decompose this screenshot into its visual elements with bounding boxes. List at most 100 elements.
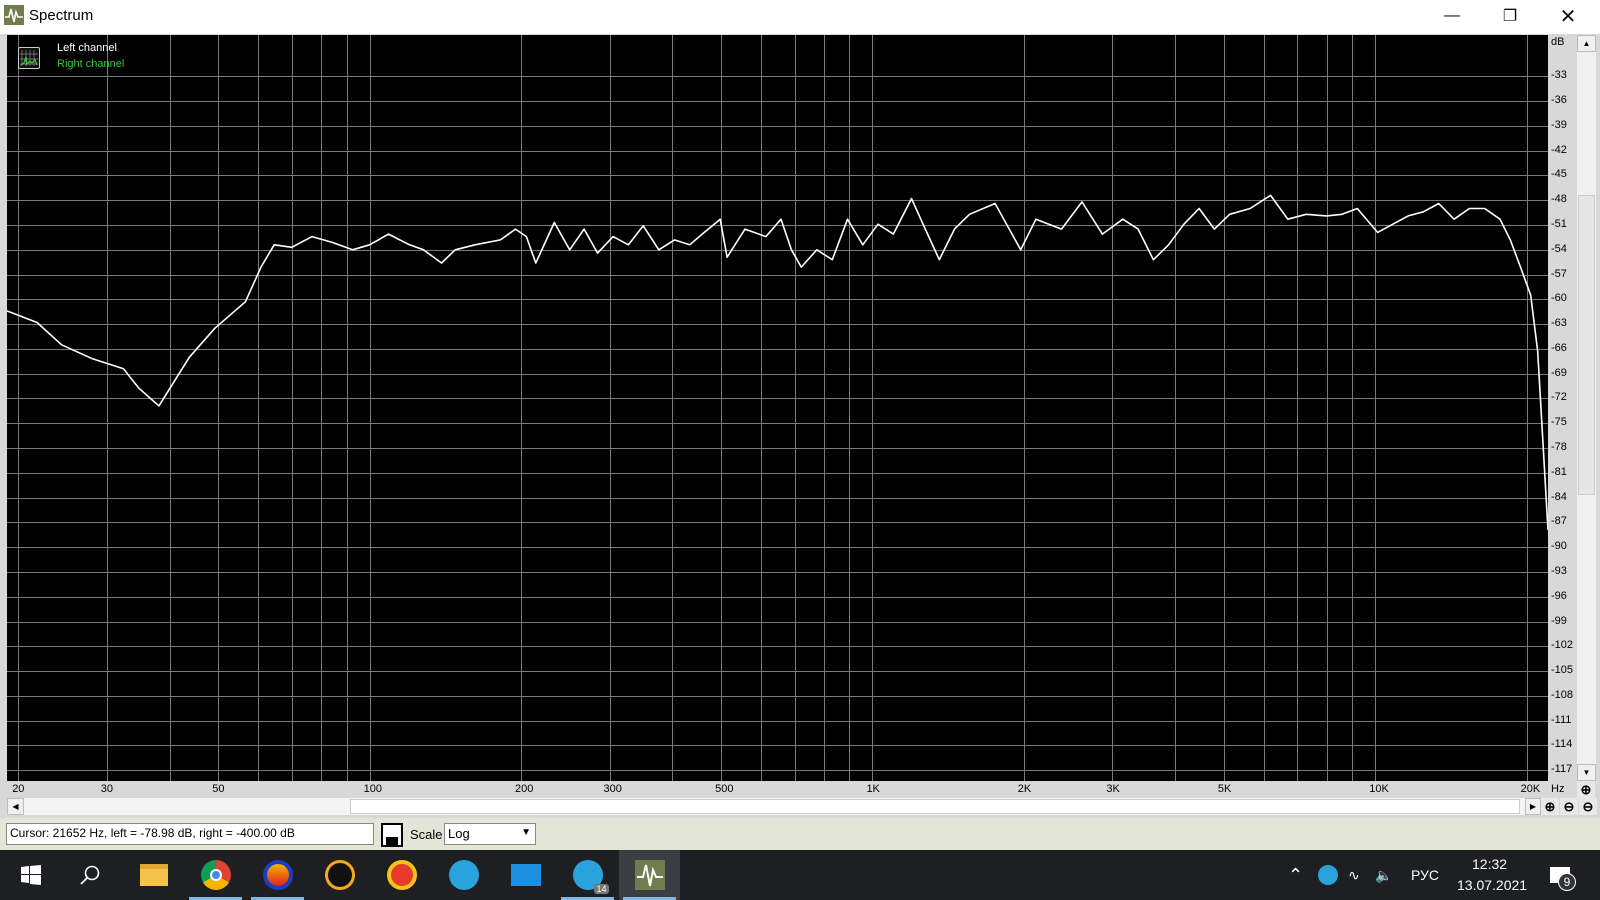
- x-tick-label: 20K: [1520, 783, 1541, 795]
- y-tick-label: -96: [1551, 589, 1567, 602]
- start-button[interactable]: [0, 850, 61, 900]
- clock-date[interactable]: 13.07.2021: [1457, 877, 1527, 893]
- telegram-tray-icon: [1318, 865, 1338, 885]
- scroll-left-button[interactable]: ◀: [7, 798, 24, 815]
- y-tick-label: -42: [1551, 143, 1567, 156]
- vertical-scroll-thumb[interactable]: [1578, 195, 1595, 495]
- taskbar-file-explorer[interactable]: [123, 850, 184, 900]
- zoom-reset-button[interactable]: ⊖: [1579, 798, 1597, 815]
- y-tick-label: -57: [1551, 267, 1567, 280]
- y-tick-label: -93: [1551, 564, 1567, 577]
- spectrum-icon: [634, 860, 665, 890]
- y-tick-label: -66: [1551, 341, 1567, 354]
- taskbar-spectrum-active[interactable]: [619, 850, 680, 900]
- scale-label: Scale: [410, 827, 443, 842]
- zoom-in-horizontal-button[interactable]: ⊕: [1541, 798, 1559, 815]
- taskbar-aimp[interactable]: [309, 850, 370, 900]
- y-tick-label: -99: [1551, 614, 1567, 627]
- vertical-scrollbar[interactable]: ▲ ▼: [1577, 35, 1596, 781]
- telegram-badge: 14: [594, 884, 609, 894]
- zoom-out-icon: ⊖: [1563, 798, 1575, 814]
- taskbar-audacity[interactable]: [247, 850, 308, 900]
- x-tick-label: 5K: [1217, 783, 1232, 795]
- notification-count: 9: [1558, 873, 1576, 891]
- zoom-out-horizontal-button[interactable]: ⊖: [1560, 798, 1578, 815]
- restore-button[interactable]: ❐: [1481, 0, 1539, 32]
- tray-telegram[interactable]: [1318, 850, 1338, 900]
- title-bar: Spectrum — ❐ ✕: [0, 0, 1600, 34]
- save-button[interactable]: [381, 823, 403, 847]
- show-hidden-icons-button[interactable]: ⌃: [1288, 850, 1303, 900]
- chrome-icon: [200, 860, 231, 890]
- chevron-down-icon: ▼: [521, 827, 531, 838]
- audacity-icon: [262, 860, 293, 890]
- arrow-down-icon: ▼: [1582, 768, 1591, 777]
- taskbar-telegram[interactable]: [433, 850, 494, 900]
- file-explorer-icon: [139, 864, 168, 886]
- search-icon: [79, 865, 99, 885]
- x-tick-label: 100: [363, 783, 382, 795]
- spectrum-plot[interactable]: [6, 35, 1549, 781]
- taskbar-telegram-2[interactable]: 14: [557, 850, 618, 900]
- minimize-button[interactable]: —: [1423, 0, 1481, 32]
- x-tick-label: 10K: [1369, 783, 1389, 795]
- legend-left-channel: Left channel: [57, 42, 117, 54]
- search-button[interactable]: [59, 850, 120, 900]
- aimp-icon: [324, 860, 355, 890]
- minimize-icon: —: [1444, 7, 1460, 24]
- y-tick-label: -33: [1551, 69, 1567, 82]
- music-player-icon: [386, 860, 417, 890]
- zoom-in-vertical-button[interactable]: ⊕: [1577, 781, 1595, 798]
- y-unit-label: dB: [1551, 36, 1565, 48]
- x-tick-label: 30: [100, 783, 113, 795]
- x-tick-label: 500: [715, 783, 734, 795]
- language-indicator[interactable]: РУС: [1411, 850, 1439, 900]
- x-tick-label: 1K: [866, 783, 880, 795]
- horizontal-scroll-thumb[interactable]: [350, 799, 1520, 814]
- scroll-up-button[interactable]: ▲: [1577, 35, 1596, 52]
- zoom-out-icon: ⊖: [1582, 798, 1594, 814]
- taskbar-mail[interactable]: [495, 850, 556, 900]
- y-tick-label: -69: [1551, 366, 1567, 379]
- spectrum-view-icon[interactable]: [18, 47, 40, 69]
- y-tick-label: -84: [1551, 490, 1567, 503]
- restore-icon: ❐: [1502, 8, 1518, 25]
- y-tick-label: -81: [1551, 465, 1567, 478]
- clock-time[interactable]: 12:32: [1472, 856, 1507, 872]
- windows-start-icon: [20, 865, 41, 885]
- scale-dropdown[interactable]: Log ▼: [444, 823, 536, 845]
- chevron-up-icon: ⌃: [1288, 864, 1304, 885]
- x-tick-label: 20: [12, 783, 25, 795]
- network-button[interactable]: ∿: [1348, 850, 1360, 900]
- close-button[interactable]: ✕: [1539, 0, 1597, 32]
- volume-button[interactable]: 🔈: [1375, 850, 1392, 900]
- floppy-disk-icon: [386, 837, 398, 845]
- y-tick-label: -90: [1551, 540, 1567, 553]
- zoom-in-icon: ⊕: [1544, 798, 1556, 814]
- x-tick-label: 2K: [1017, 783, 1032, 795]
- arrow-right-icon: ▶: [1529, 802, 1537, 811]
- y-tick-label: -72: [1551, 391, 1567, 404]
- x-tick-label: 200: [514, 783, 534, 795]
- speaker-icon: 🔈: [1375, 866, 1393, 883]
- series-line-left-channel: [6, 194, 1549, 530]
- zoom-in-icon: ⊕: [1580, 781, 1592, 797]
- horizontal-scrollbar[interactable]: ◀: [7, 798, 1525, 815]
- wifi-icon: ∿: [1348, 866, 1360, 883]
- x-tick-label: 50: [212, 783, 225, 795]
- y-tick-label: -45: [1551, 168, 1567, 181]
- spectrum-chart-svg: [6, 35, 1549, 781]
- scale-value: Log: [448, 826, 470, 841]
- y-tick-label: -108: [1551, 688, 1574, 701]
- scroll-right-button[interactable]: ▶: [1525, 798, 1541, 815]
- taskbar-chrome[interactable]: [185, 850, 246, 900]
- scroll-down-button[interactable]: ▼: [1577, 764, 1596, 781]
- y-tick-label: -39: [1551, 118, 1567, 131]
- y-tick-label: -75: [1551, 416, 1567, 429]
- taskbar: 14 ⌃ ∿ 🔈 РУС 12:32 13.07.2021 9: [0, 850, 1600, 900]
- cursor-readout: Cursor: 21652 Hz, left = -78.98 dB, righ…: [6, 823, 374, 845]
- notifications-button[interactable]: 9: [1550, 850, 1576, 900]
- y-tick-label: -48: [1551, 193, 1567, 206]
- telegram-icon: [448, 860, 479, 890]
- taskbar-music-player[interactable]: [371, 850, 432, 900]
